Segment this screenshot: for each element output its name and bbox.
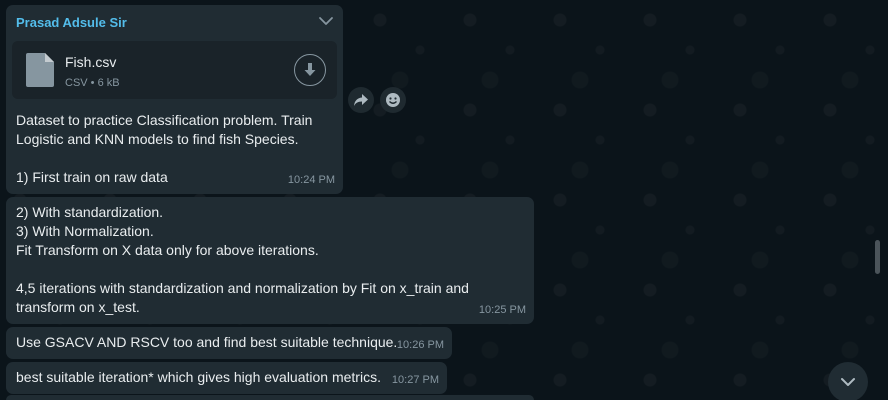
message-text-line: Fit Transform on X data only for above i… (16, 242, 319, 258)
message-time: 10:26 PM (396, 339, 444, 351)
message-bubble-partial[interactable] (6, 395, 534, 400)
emoji-icon (386, 93, 400, 107)
message-bubble-1[interactable]: Prasad Adsule Sir Fish.csv CSV • 6 kB Da… (6, 5, 343, 194)
sender-name[interactable]: Prasad Adsule Sir (16, 13, 127, 32)
chevron-down-icon[interactable] (317, 12, 335, 30)
message-text-line: Use GSACV AND RSCV too and find best sui… (16, 334, 398, 350)
message-text-line: 3) With Normalization. (16, 223, 154, 239)
message-text-line: 4,5 iterations with standardization and … (16, 280, 469, 296)
message-time: 10:24 PM (287, 174, 335, 186)
file-attachment[interactable]: Fish.csv CSV • 6 kB (12, 41, 337, 99)
download-icon (304, 63, 316, 76)
message-text-line: best suitable iteration* which gives hig… (16, 369, 381, 385)
message-bubble-3[interactable]: Use GSACV AND RSCV too and find best sui… (6, 327, 452, 359)
message-bubble-2[interactable]: 2) With standardization. 3) With Normali… (6, 197, 534, 324)
message-text-line: Logistic and KNN models to find fish Spe… (16, 131, 299, 147)
download-button[interactable] (294, 54, 326, 86)
forward-button[interactable] (348, 87, 374, 113)
forward-icon (354, 94, 368, 106)
message-text-line: 1) First train on raw data (16, 169, 168, 185)
scrollbar-thumb[interactable] (875, 240, 880, 274)
message-time: 10:27 PM (391, 374, 439, 386)
message-text-line: Dataset to practice Classification probl… (16, 112, 313, 128)
file-name: Fish.csv (65, 54, 117, 70)
chevron-down-icon (841, 378, 855, 386)
scroll-to-bottom-button[interactable] (828, 362, 868, 400)
react-button[interactable] (380, 87, 406, 113)
document-icon (26, 53, 54, 87)
message-text-line: transform on x_test. (16, 299, 140, 315)
message-time: 10:25 PM (478, 304, 526, 316)
file-meta: CSV • 6 kB (65, 77, 120, 89)
message-text-line: 2) With standardization. (16, 204, 164, 220)
message-bubble-4[interactable]: best suitable iteration* which gives hig… (6, 362, 447, 394)
